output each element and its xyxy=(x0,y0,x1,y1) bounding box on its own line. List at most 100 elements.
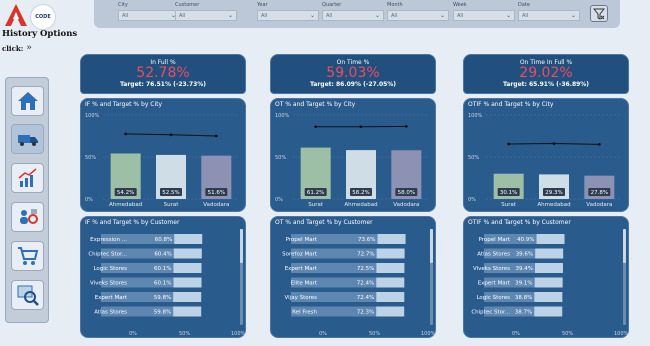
history-click-row[interactable]: click: » xyxy=(2,43,32,53)
target-point xyxy=(214,134,218,138)
filter-week-select[interactable]: All ⌄ xyxy=(453,10,515,21)
data-label: 72.7% xyxy=(357,252,374,258)
bar xyxy=(376,277,405,288)
app-logo-icon xyxy=(5,4,27,26)
code-logo-icon: CODE xyxy=(30,4,56,30)
category-label: Logic Stores xyxy=(476,295,510,301)
history-click-label: click: xyxy=(2,43,24,53)
category-label: Propel Mart xyxy=(479,237,511,243)
x-tick-label: Ahmedabad xyxy=(537,202,570,208)
filter-week-label: Week xyxy=(453,2,467,8)
chart-title: IF % and Target % by Customer xyxy=(85,219,180,226)
category-label: Expert Mart xyxy=(478,281,511,287)
y-tick-label: 50% xyxy=(468,155,479,161)
kpi-value: 29.02% xyxy=(519,65,573,81)
bar xyxy=(536,234,565,244)
data-label: 60.1% xyxy=(154,281,171,287)
bar xyxy=(376,306,405,317)
category-label: Viveks Stores xyxy=(473,266,510,272)
data-label: 59.8% xyxy=(154,295,171,301)
y-tick-label: 50% xyxy=(85,155,96,161)
filter-month[interactable]: Month All ⌄ xyxy=(387,2,449,21)
kpi-target: Target: 76.51% (-23.73%) xyxy=(119,81,207,88)
data-label: 30.1% xyxy=(500,190,517,196)
category-label: Chiptec Stor... xyxy=(471,310,510,316)
chart-title: OT % and Target % by City xyxy=(275,101,356,108)
category-label: Atlas Stores xyxy=(477,252,510,258)
kpi-card-otif: On Time In Full % 29.02% Target: 65.91% … xyxy=(463,54,629,94)
x-tick-label: 50% xyxy=(369,331,380,337)
filter-month-select[interactable]: All ⌄ xyxy=(387,10,449,21)
nav-search-button[interactable] xyxy=(11,280,44,310)
data-label: 38.8% xyxy=(515,295,532,301)
x-tick-label: Vadodara xyxy=(203,202,229,208)
category-label: Atlas Stores xyxy=(94,310,127,316)
filter-year-select[interactable]: All ⌄ xyxy=(257,10,319,21)
target-point xyxy=(124,132,128,136)
bar xyxy=(376,263,405,273)
filter-quarter-select[interactable]: All ⌄ xyxy=(322,10,384,21)
x-tick-label: 50% xyxy=(179,331,190,337)
chevron-down-icon: ⌄ xyxy=(309,12,315,19)
data-label: 52.5% xyxy=(162,190,179,196)
nav-delivery-button[interactable] xyxy=(11,124,44,154)
column-otif: On Time In Full % 29.02% Target: 65.91% … xyxy=(463,54,629,338)
search-analytics-icon xyxy=(17,285,39,306)
chevron-down-icon: ⌄ xyxy=(439,12,445,19)
category-label: Expert Mart xyxy=(95,295,128,301)
filter-date[interactable]: Date All ⌄ xyxy=(518,2,580,21)
chevron-down-icon: ⌄ xyxy=(570,12,576,19)
filter-city-select[interactable]: All ⌄ xyxy=(118,10,180,21)
target-point xyxy=(169,133,173,137)
filter-date-label: Date xyxy=(518,2,530,8)
x-tick-label: 100% xyxy=(231,331,246,337)
bar xyxy=(535,248,564,259)
category-label: Chiptec Stor... xyxy=(88,252,127,258)
customer-chart-panel-0: Expression ... 60.8% Chiptec Stor... 60.4% L… xyxy=(80,216,246,338)
data-label: 73.6% xyxy=(358,237,375,243)
city-chart-svg: 0% 50% 100% 61.2% Surat 58.2% Ahmedabad 58.0% Va… xyxy=(275,113,429,208)
x-tick-label: Ahmedabad xyxy=(344,202,377,208)
clear-filter-icon[interactable] xyxy=(590,5,608,22)
filter-date-select[interactable]: All ⌄ xyxy=(518,10,580,21)
customer-chart-panel-2: Propel Mart 40.9% Atlas Stores 39.6% Viveks … xyxy=(463,216,629,338)
data-label: 39.6% xyxy=(516,252,533,258)
nav-home-button[interactable] xyxy=(11,86,44,116)
bar xyxy=(174,234,203,244)
data-label: 58.0% xyxy=(398,190,415,196)
kpi-value: 52.78% xyxy=(136,65,190,81)
y-tick-label: 100% xyxy=(275,113,290,119)
history-options-title: History Options xyxy=(2,29,78,39)
data-label: 60.4% xyxy=(154,252,171,258)
city-chart-svg: 0% 50% 100% 30.1% Surat 29.3% Ahmedabad 27.8% Va… xyxy=(468,113,622,208)
x-tick-label: 50% xyxy=(562,331,573,337)
double-chevron-right-icon[interactable]: » xyxy=(26,43,32,53)
category-label: Logic Stores xyxy=(93,266,127,272)
kpi-target: Target: 65.91% (-36.89%) xyxy=(502,81,590,88)
bar xyxy=(376,292,405,302)
chart-title: IF % and Target % by City xyxy=(85,101,163,108)
y-tick-label: 0% xyxy=(468,197,476,203)
category-label: Sorefoz Mart xyxy=(282,252,318,258)
bar xyxy=(173,292,202,302)
nav-team-button[interactable] xyxy=(11,202,44,232)
nav-growth-button[interactable] xyxy=(11,163,44,193)
chart-title: OTIF % and Target % by Customer xyxy=(468,219,571,226)
left-nav xyxy=(5,77,49,323)
nav-cart-button[interactable] xyxy=(11,241,44,271)
chevron-down-icon: ⌄ xyxy=(374,12,380,19)
data-label: 39.1% xyxy=(515,281,532,287)
filter-year[interactable]: Year All ⌄ xyxy=(257,2,319,21)
team-settings-icon xyxy=(19,209,38,224)
data-label: 72.5% xyxy=(357,266,374,272)
filter-quarter[interactable]: Quarter All ⌄ xyxy=(322,2,384,21)
filter-week[interactable]: Week All ⌄ xyxy=(453,2,515,21)
filter-customer[interactable]: Customer All ⌄ xyxy=(175,2,237,21)
city-chart-panel-1: 0% 50% 100% 61.2% Surat 58.2% Ahmedabad 58.0% Va… xyxy=(270,98,436,212)
filter-city[interactable]: City All ⌄ xyxy=(118,2,180,21)
filter-customer-select[interactable]: All ⌄ xyxy=(175,10,237,21)
data-label: 51.6% xyxy=(208,190,225,196)
category-label: Propel Mart xyxy=(286,237,318,243)
x-tick-label: 0% xyxy=(512,331,520,337)
category-label: Expression ... xyxy=(90,237,127,243)
